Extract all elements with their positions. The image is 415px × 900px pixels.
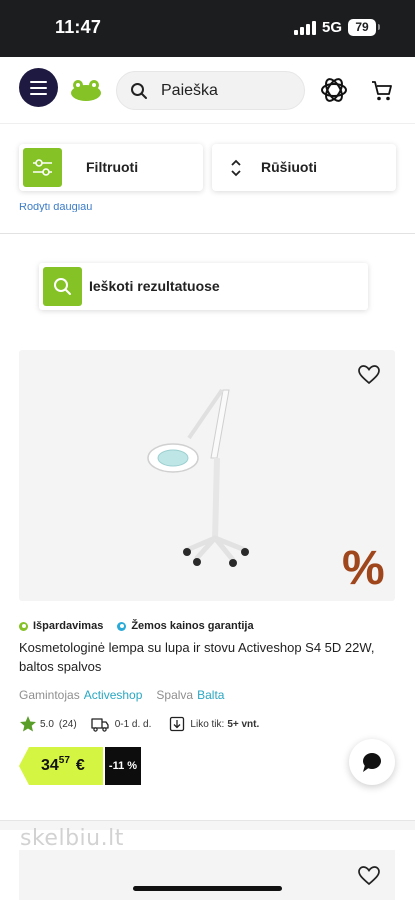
sort-icon [231, 159, 241, 177]
product-image[interactable] [19, 350, 395, 601]
manufacturer-link[interactable]: Activeshop [84, 688, 143, 702]
product-info-row: 5.0 (24) 0-1 d. d. Liko tik: 5+ vnt. [19, 713, 259, 735]
search-in-results-button[interactable]: Ieškoti rezultatuose [39, 263, 368, 310]
search-icon [131, 83, 147, 99]
divider [0, 233, 415, 234]
heart-icon[interactable] [358, 866, 380, 886]
search-placeholder: Paieška [161, 82, 218, 99]
chat-button[interactable] [349, 739, 395, 785]
next-product-image[interactable] [19, 850, 395, 900]
lamp-image [147, 388, 249, 567]
review-count[interactable]: (24) [59, 719, 77, 730]
status-bar: 11:47 5G 79 [0, 0, 415, 57]
guarantee-dot-icon [117, 621, 127, 631]
heart-icon[interactable] [358, 365, 380, 385]
menu-button[interactable] [19, 68, 58, 107]
badge-price-guarantee: Žemos kainos garantija [131, 620, 254, 632]
badge-sale: Išpardavimas [33, 620, 104, 632]
home-indicator[interactable] [133, 886, 282, 891]
status-time: 11:47 [55, 17, 102, 37]
header: Paieška [0, 57, 415, 124]
ai-assistant-icon[interactable] [319, 75, 349, 105]
truck-icon [91, 717, 109, 732]
filter-icon [33, 159, 52, 176]
color-link[interactable]: Balta [197, 688, 224, 702]
signal-icon [294, 21, 316, 35]
stock-box-icon [170, 716, 185, 732]
price-whole: 34 [41, 757, 59, 774]
network-label: 5G [322, 19, 343, 36]
filter-button[interactable]: Filtruoti [19, 144, 203, 191]
star-icon [20, 716, 36, 732]
show-more-link[interactable]: Rodyti daugiau [19, 203, 92, 212]
price-cents: 57 [58, 755, 70, 766]
search-in-results-label: Ieškoti rezultatuose [89, 278, 220, 294]
battery-tip [378, 24, 380, 30]
discount-badge: -11 % [105, 747, 141, 785]
stock-label: Liko tik: [190, 718, 225, 730]
cart-icon[interactable] [371, 80, 393, 102]
filter-toolbar: Filtruoti Rūšiuoti Rodyti daugiau [0, 124, 415, 234]
frog-logo[interactable] [70, 79, 102, 101]
search-input[interactable]: Paieška [116, 71, 305, 110]
sale-percent-icon: % [342, 542, 385, 595]
product-price: 34 57 € [41, 755, 85, 775]
battery-icon: 79 [348, 19, 376, 36]
price-currency: € [75, 757, 85, 774]
sort-label: Rūšiuoti [261, 159, 317, 175]
sale-dot-icon [19, 621, 28, 631]
product-meta: Gamintojas Activeshop Spalva Balta [19, 688, 224, 702]
search-icon [54, 278, 71, 295]
color-label: Spalva [156, 688, 194, 702]
manufacturer-label: Gamintojas [19, 688, 80, 702]
watermark: skelbiu.lt [20, 826, 124, 851]
search-in-results-icon-box [43, 267, 82, 306]
sort-button[interactable]: Rūšiuoti [212, 144, 396, 191]
product-title[interactable]: Kosmetologinė lempa su lupa ir stovu Act… [19, 638, 394, 676]
chat-bubble-icon [363, 753, 381, 772]
rating-value: 5.0 [40, 718, 54, 730]
filter-icon-box [23, 148, 62, 187]
delivery-time: 0-1 d. d. [114, 718, 152, 730]
stock-value: 5+ vnt. [227, 718, 260, 730]
product-badges: Išpardavimas Žemos kainos garantija [19, 619, 254, 633]
filter-label: Filtruoti [86, 159, 139, 175]
